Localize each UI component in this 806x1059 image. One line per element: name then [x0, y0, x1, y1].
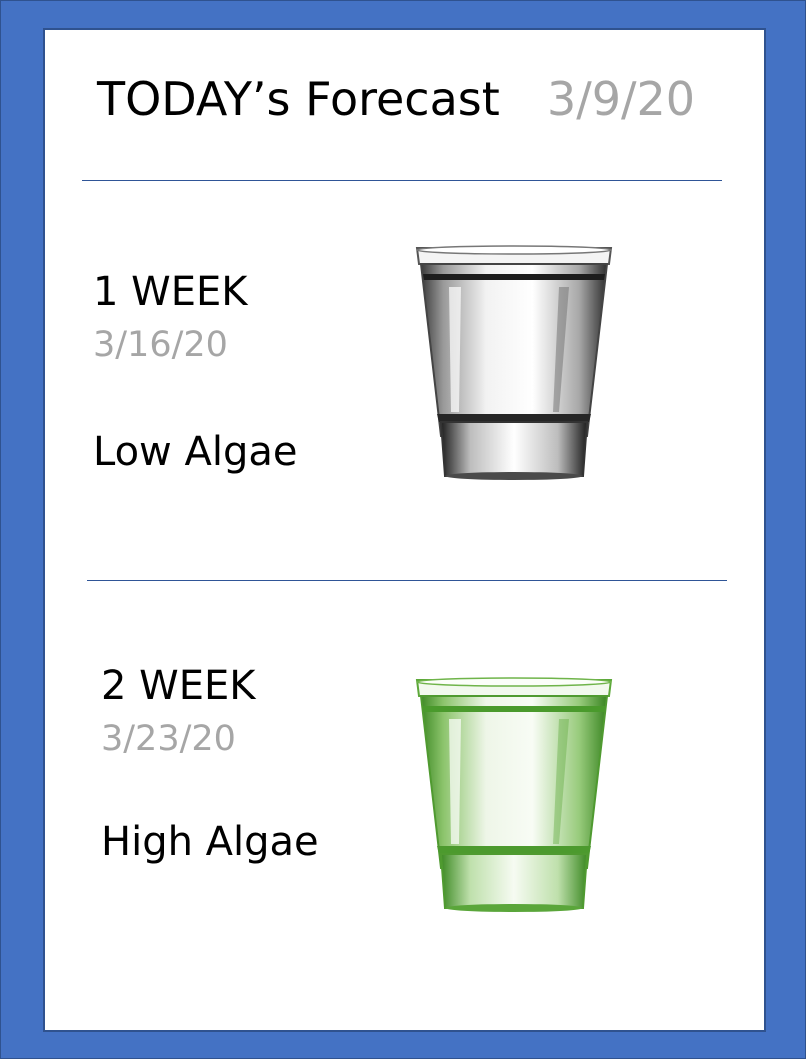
forecast-date: 3/23/20: [101, 719, 236, 759]
clear-water-glass-icon: [415, 245, 613, 480]
section-divider: [87, 580, 727, 581]
today-date: 3/9/20: [547, 72, 696, 126]
algae-level: High Algae: [101, 819, 319, 865]
forecast-date: 3/16/20: [93, 325, 228, 365]
forecast-label: 2 WEEK: [101, 663, 256, 709]
forecast-label: 1 WEEK: [93, 269, 248, 315]
algae-level: Low Algae: [93, 429, 298, 475]
forecast-card: TODAY’s Forecast 3/9/20 1 WEEK 3/16/20 L…: [43, 28, 766, 1032]
header-divider: [82, 180, 722, 181]
green-water-glass-icon: [415, 677, 613, 912]
outer-frame: TODAY’s Forecast 3/9/20 1 WEEK 3/16/20 L…: [0, 0, 806, 1059]
page-title: TODAY’s Forecast: [97, 72, 500, 126]
